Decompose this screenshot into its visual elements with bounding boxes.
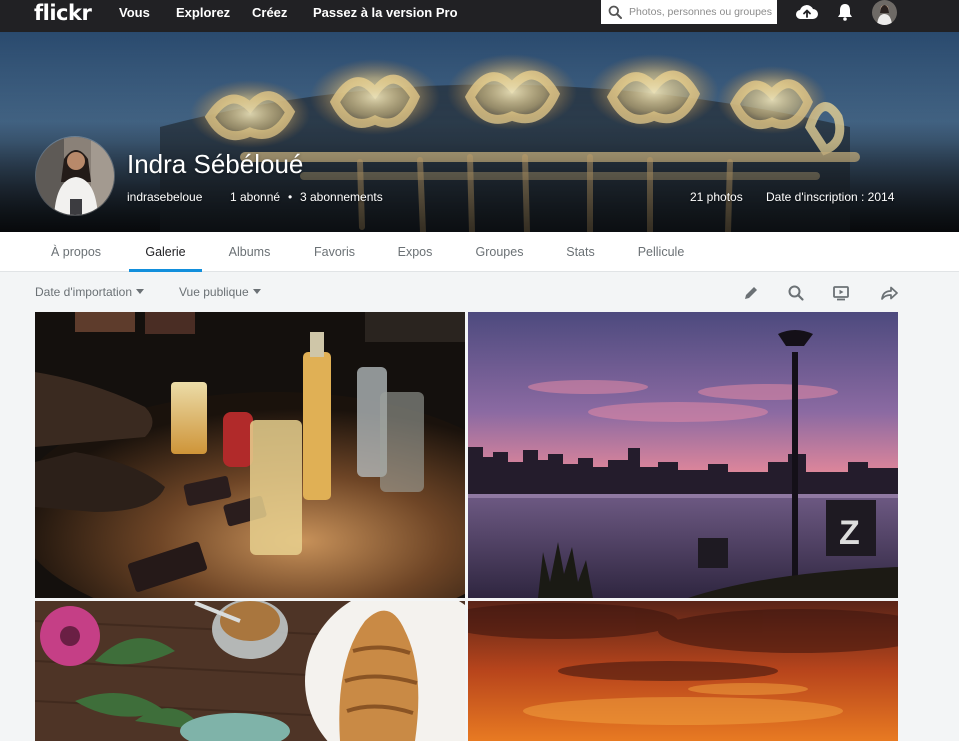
profile-name: Indra Sébéloué — [127, 149, 304, 179]
search-icon[interactable] — [786, 283, 806, 303]
sort-dropdown[interactable]: Date d'importation — [35, 285, 145, 299]
photo-thumbnail[interactable]: Z — [468, 312, 898, 598]
gallery-toolbar: Date d'importation Vue publique — [0, 272, 959, 312]
search-box — [601, 0, 777, 24]
profile-username: indrasebeloue — [127, 190, 203, 204]
photo-thumbnail[interactable] — [468, 601, 898, 741]
photo-thumbnail[interactable] — [35, 601, 465, 741]
view-dropdown-label: Vue publique — [179, 285, 249, 299]
view-dropdown[interactable]: Vue publique — [179, 285, 261, 299]
tab-galleries[interactable]: Expos — [384, 232, 446, 272]
tab-about[interactable]: À propos — [35, 232, 117, 272]
tab-favorites[interactable]: Favoris — [297, 232, 372, 272]
sort-dropdown-label: Date d'importation — [35, 285, 133, 299]
photo-breakfast-croissant — [35, 601, 465, 741]
user-avatar[interactable] — [872, 0, 897, 25]
photo-bar-drinks — [35, 312, 465, 598]
tab-camera-roll[interactable]: Pellicule — [620, 232, 702, 272]
flickr-logo[interactable]: flickr — [34, 0, 92, 26]
nav-link-explorez[interactable]: Explorez — [176, 0, 230, 26]
edit-pencil-icon[interactable] — [741, 283, 761, 303]
profile-tabs: À propos Galerie Albums Favoris Expos Gr… — [0, 232, 959, 272]
top-navigation-bar: flickr Vous Explorez Créez Passez à la v… — [0, 0, 959, 32]
profile-avatar[interactable] — [35, 136, 115, 216]
tab-groups[interactable]: Groupes — [458, 232, 541, 272]
profile-cover: Indra Sébéloué indrasebeloue 1 abonné • … — [0, 32, 959, 232]
meta-separator: • — [288, 190, 293, 204]
followers-link[interactable]: 1 abonné — [230, 190, 280, 204]
notifications-bell-icon[interactable] — [836, 2, 854, 22]
search-input[interactable] — [629, 0, 777, 24]
share-icon[interactable] — [879, 283, 899, 303]
join-date: Date d'inscription : 2014 — [766, 190, 895, 204]
tab-stats[interactable]: Stats — [553, 232, 608, 272]
photo-sunset-skyline: Z — [468, 312, 898, 598]
nav-link-pro[interactable]: Passez à la version Pro — [313, 0, 458, 26]
tab-gallery[interactable]: Galerie — [129, 232, 202, 272]
photo-count: 21 photos — [690, 190, 743, 204]
photo-thumbnail[interactable] — [35, 312, 465, 598]
upload-cloud-icon[interactable] — [795, 2, 819, 22]
following-link[interactable]: 3 abonnements — [300, 190, 383, 204]
nav-link-creez[interactable]: Créez — [252, 0, 287, 26]
photo-orange-sunset — [468, 601, 898, 741]
search-icon[interactable] — [608, 5, 622, 19]
svg-text:Z: Z — [839, 514, 860, 552]
chevron-down-icon — [252, 289, 261, 294]
tab-albums[interactable]: Albums — [214, 232, 285, 272]
chevron-down-icon — [136, 289, 145, 294]
nav-link-vous[interactable]: Vous — [119, 0, 150, 26]
slideshow-icon[interactable] — [831, 283, 851, 303]
